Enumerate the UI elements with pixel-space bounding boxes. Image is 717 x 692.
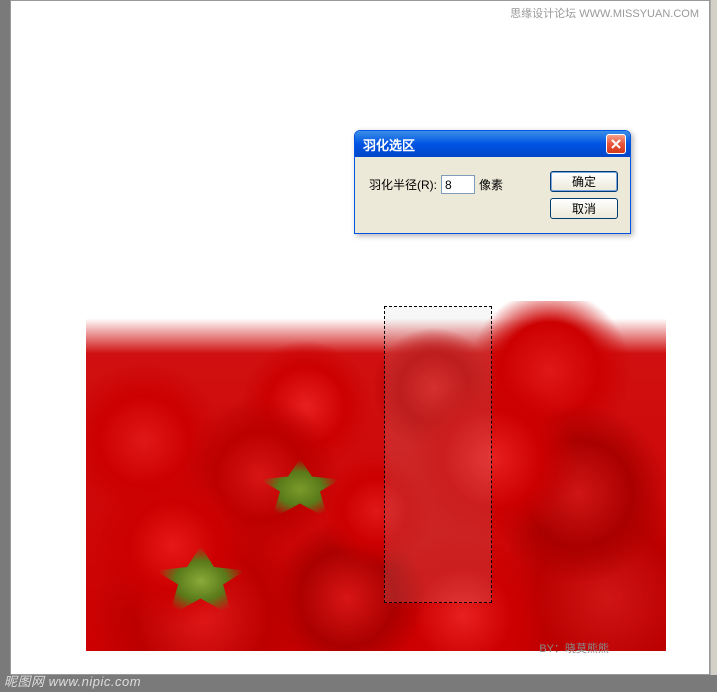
watermark-bottom: 昵图网 www.nipic.com: [4, 671, 141, 690]
ok-button[interactable]: 确定: [550, 171, 618, 192]
feather-selection-dialog: 羽化选区 羽化半径(R): 像素 确定 取消: [354, 130, 631, 234]
feather-radius-unit: 像素: [479, 176, 503, 193]
cancel-button[interactable]: 取消: [550, 198, 618, 219]
vertical-scrollbar[interactable]: [710, 0, 717, 675]
dialog-body: 羽化半径(R): 像素 确定 取消: [355, 157, 630, 233]
close-button[interactable]: [606, 134, 626, 154]
dialog-title: 羽化选区: [363, 135, 415, 154]
image-content: [86, 301, 666, 651]
watermark-top: 思缘设计论坛 WWW.MISSYUAN.COM: [510, 5, 699, 21]
credit-text: BY：晓莫熊熊: [539, 640, 609, 656]
feather-radius-input[interactable]: [441, 175, 475, 194]
close-icon: [611, 139, 621, 149]
dialog-titlebar[interactable]: 羽化选区: [355, 131, 630, 157]
dialog-buttons: 确定 取消: [550, 171, 618, 219]
feather-radius-label: 羽化半径(R):: [369, 176, 437, 193]
strawberry-photo: [86, 301, 666, 651]
canvas-area: 思缘设计论坛 WWW.MISSYUAN.COM BY：晓莫熊熊: [10, 0, 710, 675]
feather-radius-field: 羽化半径(R): 像素: [369, 171, 503, 194]
